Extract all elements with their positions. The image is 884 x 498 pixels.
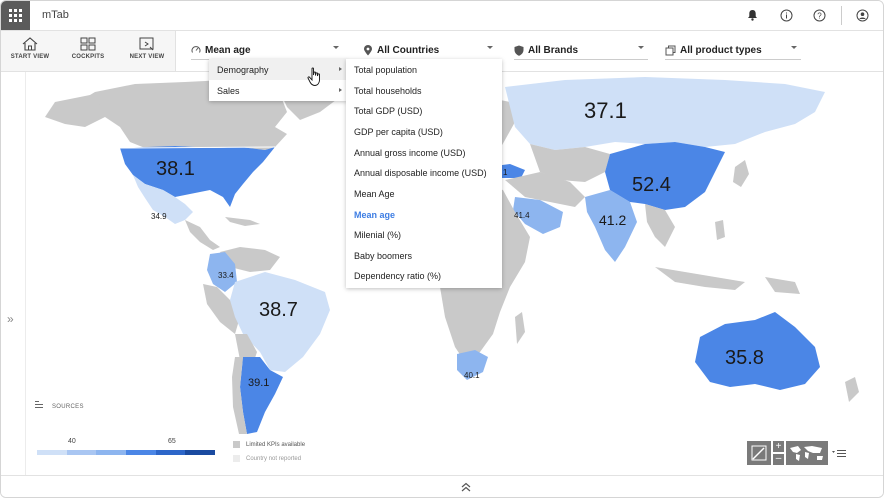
map-value-argentina: 39.1 — [248, 377, 270, 389]
view-navigation: START VIEW COCKPITS NEXT VIEW — [1, 31, 176, 71]
metric-menu: Total population Total households Total … — [346, 59, 502, 288]
map-value-mexico: 34.9 — [151, 212, 167, 221]
cockpits-button[interactable]: COCKPITS — [67, 31, 109, 71]
brands-filter-value: All Brands — [528, 44, 579, 56]
gauge-icon — [191, 46, 201, 53]
category-menu-item-demography[interactable]: Demography — [209, 59, 347, 80]
map-value-colombia: 33.4 — [218, 271, 234, 280]
product-box-icon — [665, 45, 676, 55]
info-icon[interactable] — [778, 7, 794, 23]
category-menu-item-sales[interactable]: Sales — [209, 80, 347, 101]
chevron-down-icon — [487, 46, 493, 49]
region-russia[interactable] — [505, 77, 825, 150]
region-png[interactable] — [765, 277, 800, 294]
region-new-zealand[interactable] — [845, 377, 859, 402]
metric-menu-item[interactable]: Total GDP (USD) — [354, 106, 422, 116]
app-grid-icon[interactable] — [1, 1, 30, 30]
bottom-bar — [1, 475, 883, 497]
world-view-button[interactable] — [786, 441, 828, 465]
shield-icon — [514, 45, 524, 56]
metric-menu-item[interactable]: Dependency ratio (%) — [354, 271, 441, 281]
edit-map-icon — [751, 445, 767, 461]
map-value-brazil: 38.7 — [259, 299, 298, 321]
countries-filter[interactable]: All Countries — [363, 41, 497, 60]
region-usa[interactable] — [120, 146, 275, 207]
next-view-button[interactable]: NEXT VIEW — [125, 31, 169, 71]
metric-menu-item[interactable]: Annual disposable income (USD) — [354, 168, 487, 178]
user-account-icon[interactable] — [854, 7, 870, 23]
map-value-china: 52.4 — [632, 174, 671, 196]
region-central-america[interactable] — [185, 220, 220, 250]
chevron-double-up-icon[interactable] — [460, 481, 472, 493]
metric-menu-item[interactable]: Mean Age — [354, 189, 395, 199]
map-value-india: 41.2 — [599, 212, 627, 228]
map-value-turkey: 1 — [503, 168, 508, 177]
legend-limited-kpis: Limited KPIs available — [233, 441, 305, 448]
metric-menu-item[interactable]: GDP per capita (USD) — [354, 127, 443, 137]
bell-icon[interactable] — [744, 7, 760, 23]
region-indonesia[interactable] — [655, 267, 745, 290]
start-view-button[interactable]: START VIEW — [9, 31, 51, 71]
metric-menu-item[interactable]: Total households — [354, 86, 422, 96]
next-view-label: NEXT VIEW — [129, 54, 165, 60]
dashboard-grid-icon — [80, 37, 96, 51]
metric-menu-item[interactable]: Annual gross income (USD) — [354, 148, 466, 158]
legend-color-scale — [37, 450, 216, 455]
map-options-icon[interactable] — [832, 449, 847, 458]
category-menu: Demography Sales — [209, 59, 347, 101]
zoom-in-button[interactable]: + — [773, 441, 784, 452]
region-philippines[interactable] — [715, 220, 725, 240]
product-types-filter-value: All product types — [680, 44, 762, 56]
top-bar: mTab ? — [1, 1, 883, 31]
start-view-label: START VIEW — [10, 54, 50, 60]
zoom-out-button[interactable]: – — [773, 454, 784, 465]
map-draw-button[interactable] — [747, 441, 771, 465]
location-pin-icon — [364, 44, 372, 55]
region-caribbean[interactable] — [225, 217, 260, 226]
product-types-filter[interactable]: All product types — [665, 41, 801, 60]
home-icon — [22, 37, 38, 51]
next-view-icon — [139, 37, 154, 51]
chevron-right-icon — [339, 67, 342, 71]
world-map-icon — [790, 446, 823, 461]
metric-menu-item[interactable]: Total population — [354, 65, 417, 75]
app-title: mTab — [42, 9, 69, 21]
legend-tick-low: 40 — [68, 438, 76, 445]
region-japan[interactable] — [733, 160, 749, 187]
hand-cursor-icon — [307, 67, 320, 86]
legend-tick-high: 65 — [168, 438, 176, 445]
metric-menu-item-selected[interactable]: Mean age — [354, 210, 395, 220]
chevron-double-right-icon: » — [7, 312, 14, 326]
metric-filter-value: Mean age — [205, 44, 251, 56]
metric-filter[interactable]: Mean age — [191, 41, 343, 60]
topbar-divider — [841, 6, 842, 25]
help-icon[interactable]: ? — [811, 7, 827, 23]
map-value-saudi: 41.4 — [514, 211, 530, 220]
sources-link[interactable]: SOURCES — [52, 404, 84, 410]
legend-not-reported: Country not reported — [233, 455, 301, 462]
region-alaska[interactable] — [45, 94, 105, 127]
cockpits-label: COCKPITS — [71, 54, 105, 60]
countries-filter-value: All Countries — [377, 44, 440, 56]
chevron-down-icon — [333, 46, 339, 49]
region-madagascar[interactable] — [515, 312, 525, 344]
chevron-down-icon — [638, 46, 644, 49]
map-value-russia: 37.1 — [584, 98, 627, 123]
side-panel-toggle[interactable]: » — [1, 72, 26, 475]
map-value-australia: 35.8 — [725, 347, 764, 369]
brands-filter[interactable]: All Brands — [514, 41, 648, 60]
map-value-south-africa: 40.1 — [464, 371, 480, 380]
metric-menu-item[interactable]: Milenial (%) — [354, 230, 401, 240]
metric-menu-item[interactable]: Baby boomers — [354, 251, 412, 261]
svg-text:?: ? — [817, 11, 822, 20]
chevron-right-icon — [339, 88, 342, 92]
chevron-down-icon — [791, 46, 797, 49]
region-southeast-asia[interactable] — [645, 204, 675, 247]
map-value-usa: 38.1 — [156, 158, 195, 180]
sources-list-icon — [35, 401, 43, 408]
app-window: mTab ? START VIEW COCKPITS NEXT VIEW Mea… — [0, 0, 884, 498]
